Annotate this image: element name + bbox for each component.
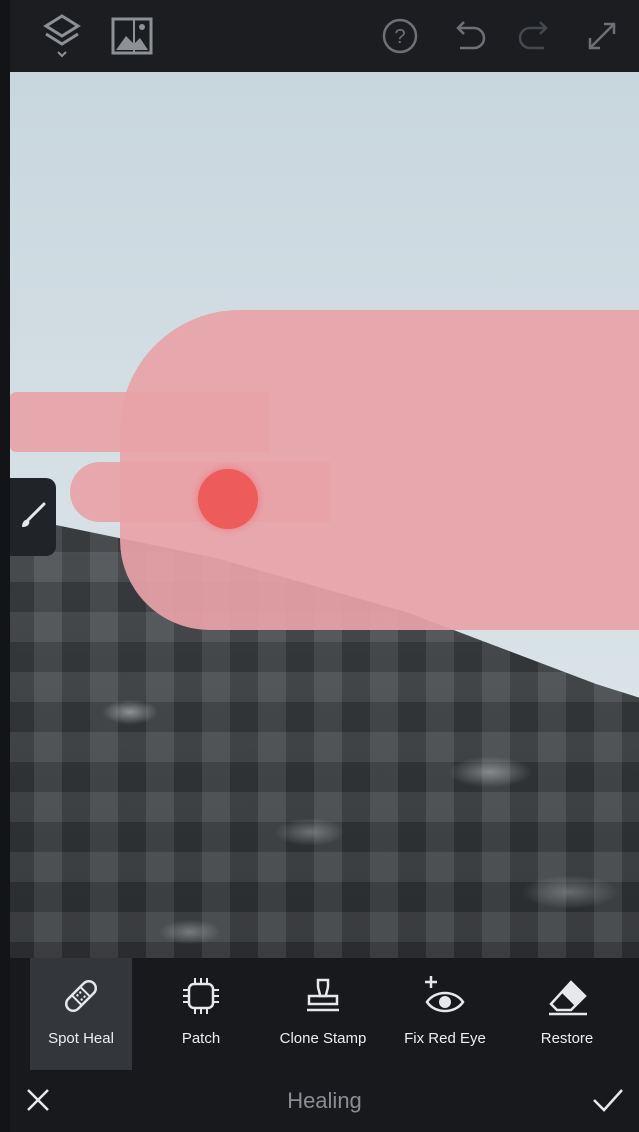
- undo-icon[interactable]: [446, 14, 490, 58]
- eraser-icon: [543, 972, 591, 1020]
- brush-toggle-button[interactable]: [10, 478, 56, 556]
- check-icon: [591, 1086, 625, 1119]
- patch-icon: [177, 972, 225, 1020]
- healing-tool-tray: Spot Heal Patch Clone Stamp Fix Red Eye …: [10, 958, 639, 1070]
- layers-icon[interactable]: [40, 14, 84, 58]
- image-adjust-icon[interactable]: [110, 14, 154, 58]
- top-toolbar: ?: [10, 0, 639, 72]
- tool-label: Clone Stamp: [279, 1030, 367, 1047]
- tool-fix-red-eye[interactable]: Fix Red Eye: [384, 958, 506, 1070]
- photo-canvas[interactable]: [10, 72, 639, 958]
- brush-cursor[interactable]: [198, 469, 258, 529]
- tool-label: Patch: [181, 1030, 221, 1047]
- tool-restore[interactable]: Restore: [506, 958, 628, 1070]
- redo-icon[interactable]: [514, 14, 558, 58]
- bandage-icon: [57, 972, 105, 1020]
- confirm-button[interactable]: [588, 1082, 628, 1122]
- bottom-bar: Healing: [10, 1070, 639, 1132]
- tool-clone-stamp[interactable]: Clone Stamp: [262, 958, 384, 1070]
- tool-patch[interactable]: Patch: [140, 958, 262, 1070]
- mode-title: Healing: [287, 1088, 362, 1113]
- brush-icon: [18, 500, 48, 535]
- expand-icon[interactable]: [580, 14, 624, 58]
- svg-text:?: ?: [394, 26, 405, 48]
- tool-label: Restore: [540, 1030, 594, 1047]
- tool-label: Spot Heal: [48, 1030, 114, 1047]
- app-frame: ? Spot Heal Patch Clone Stamp Fix Red Ey…: [0, 0, 639, 1132]
- tool-label: Fix Red Eye: [404, 1030, 486, 1047]
- tool-spot-heal[interactable]: Spot Heal: [30, 958, 132, 1070]
- stamp-icon: [299, 972, 347, 1020]
- help-icon[interactable]: ?: [378, 14, 422, 58]
- heal-mask-stroke: [10, 392, 270, 452]
- eye-plus-icon: [421, 972, 469, 1020]
